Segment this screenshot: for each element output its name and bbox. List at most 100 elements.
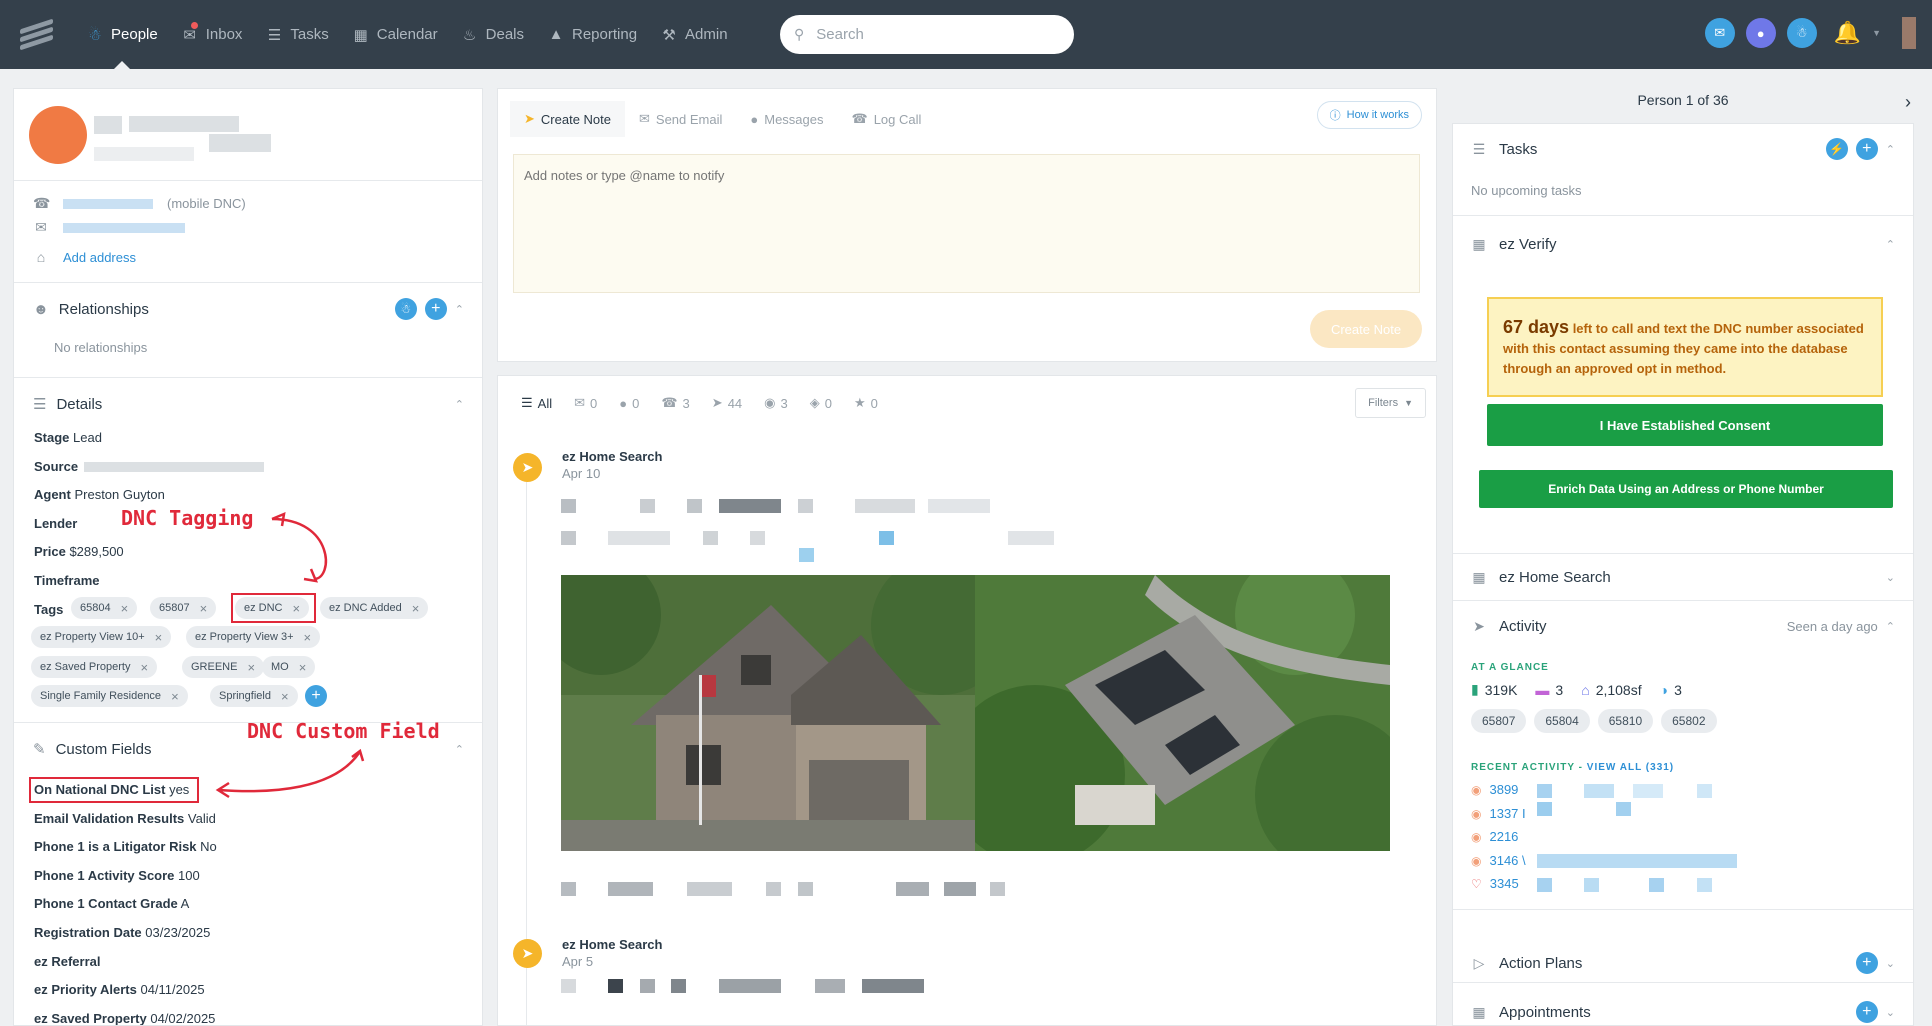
mail-icon: ✉ [574, 395, 586, 410]
nav-tasks[interactable]: ☰ Tasks [254, 0, 340, 69]
tab-messages[interactable]: ● Messages [736, 101, 837, 137]
chevron-up-icon[interactable]: ⌃ [1886, 620, 1895, 633]
app-logo-icon[interactable] [20, 18, 53, 51]
redacted-text [1537, 878, 1552, 892]
filters-dropdown[interactable]: Filters ▼ [1355, 388, 1426, 418]
redacted-text [703, 531, 718, 545]
person-icon: ☃ [88, 26, 102, 44]
tasks-icon: ☰ [267, 26, 282, 44]
how-it-works-button[interactable]: ⓘ How it works [1316, 101, 1422, 129]
eye-icon: ◉ [1471, 853, 1482, 868]
established-consent-button[interactable]: I Have Established Consent [1487, 404, 1883, 446]
stat-beds: ▬ 3 [1535, 681, 1563, 698]
tab-create-note[interactable]: ➤ Create Note [510, 101, 625, 137]
chevron-up-icon[interactable]: ⌃ [1886, 143, 1895, 156]
nav-inbox[interactable]: ✉ Inbox [170, 0, 255, 69]
redacted-text [1537, 802, 1552, 816]
chevron-up-icon[interactable]: ⌃ [1886, 238, 1895, 251]
nav-calendar[interactable]: ▦ Calendar [341, 0, 450, 69]
chat-icon: ● [750, 111, 759, 127]
stat-baths: ◑ 3 [1660, 681, 1682, 698]
annotation-arrows [215, 511, 365, 799]
filter-texts[interactable]: ◉ 3 [753, 395, 799, 411]
redacted-text [608, 882, 653, 896]
feed-entry-title[interactable]: ez Home Search [562, 937, 662, 952]
action-plans-header: ▷ Action Plans + ⌄ [1471, 952, 1895, 974]
zip-chip[interactable]: 65802 [1661, 709, 1717, 733]
add-appointment-button[interactable]: + [1855, 1001, 1878, 1023]
redacted-text [1537, 784, 1552, 798]
filter-messages[interactable]: ● 0 [608, 396, 650, 411]
divider [1453, 553, 1913, 554]
chevron-down-icon[interactable]: ⌄ [1886, 571, 1895, 584]
list-icon: ☰ [521, 395, 533, 410]
zip-chip[interactable]: 65807 [1471, 709, 1527, 733]
pin-icon: ➤ [524, 111, 535, 126]
add-action-plan-button[interactable]: + [1855, 952, 1878, 974]
chevron-right-icon[interactable]: › [1905, 92, 1911, 113]
enrich-data-button[interactable]: Enrich Data Using an Address or Phone Nu… [1479, 470, 1893, 508]
chat-icon[interactable]: ● [1745, 18, 1776, 48]
redacted-text [1633, 784, 1663, 798]
redacted-text [640, 499, 655, 513]
filter-notes[interactable]: ➤ 44 [701, 395, 753, 411]
tab-send-email[interactable]: ✉ Send Email [625, 101, 736, 137]
view-all-link[interactable]: VIEW ALL (331) [1587, 762, 1674, 773]
chevron-down-icon[interactable]: ⌄ [1886, 1006, 1895, 1019]
lightning-icon[interactable]: ⚡ [1825, 138, 1848, 160]
add-task-button[interactable]: + [1855, 138, 1878, 160]
chat-icon: ● [619, 395, 628, 411]
redacted-text [608, 979, 623, 993]
redacted-text [561, 531, 576, 545]
eye-icon: ◉ [1471, 782, 1482, 797]
email-icon[interactable]: ✉ [1704, 18, 1735, 48]
redacted-text [928, 499, 990, 513]
nav-reporting[interactable]: ▲ Reporting [536, 0, 649, 69]
search-input[interactable] [816, 26, 1037, 43]
right-sidebar: ☰ Tasks ⚡ + ⌃ No upcoming tasks ▦ ez Ver… [1452, 123, 1914, 1026]
recent-activity-item[interactable]: ◉ 1337 I [1471, 806, 1526, 821]
appointments-header: ▦ Appointments + ⌄ [1471, 1001, 1895, 1023]
no-tasks-text: No upcoming tasks [1471, 183, 1582, 198]
recent-activity-item[interactable]: ◉ 3146 \ [1471, 853, 1526, 868]
stat-sqft: ⌂ 2,108sf [1581, 681, 1641, 698]
eye-icon: ◉ [1471, 806, 1482, 821]
nav-deals[interactable]: ♨ Deals [450, 0, 536, 69]
create-note-button[interactable]: Create Note [1310, 310, 1422, 348]
listing-photo-aerial[interactable] [975, 575, 1390, 851]
nav-admin[interactable]: ⚒ Admin [649, 0, 740, 69]
lead-flow-icon[interactable]: ☃ [1786, 18, 1817, 48]
nav-people[interactable]: ☃ People [75, 0, 170, 69]
stat-value: 3 [1555, 681, 1564, 698]
bubbles-icon: ◉ [764, 395, 776, 410]
feed-entry-title[interactable]: ez Home Search [562, 449, 662, 464]
recent-activity-item[interactable]: ◉ 2216 [1471, 829, 1518, 844]
filter-calls[interactable]: ☎ 3 [650, 395, 700, 411]
ez-home-search-header[interactable]: ▦ ez Home Search ⌄ [1471, 569, 1895, 586]
drop-icon: ◈ [809, 395, 820, 410]
redacted-text [879, 531, 894, 545]
arrow-to-field [218, 752, 361, 793]
recent-activity-item[interactable]: ◉ 3899 [1471, 782, 1518, 797]
divider [1453, 909, 1913, 910]
listing-photo-front[interactable] [561, 575, 975, 851]
chevron-down-icon[interactable]: ⌄ [1886, 957, 1895, 970]
note-textarea[interactable] [513, 154, 1420, 293]
recent-activity-item[interactable]: ♡ 3345 [1471, 876, 1519, 891]
avatar[interactable] [1902, 17, 1916, 49]
recent-label: RECENT ACTIVITY - [1471, 762, 1587, 773]
global-search[interactable]: ⚲ [780, 15, 1074, 54]
tab-log-call[interactable]: ☎ Log Call [838, 101, 936, 137]
zip-chip[interactable]: 65804 [1534, 709, 1590, 733]
zip-chip[interactable]: 65810 [1597, 709, 1654, 733]
redacted-text [561, 882, 576, 896]
filter-all[interactable]: ☰ All [510, 395, 563, 411]
person-pagination: Person 1 of 36 [1637, 92, 1729, 108]
filter-drips[interactable]: ◈ 0 [799, 395, 843, 411]
chevron-down-icon[interactable]: ▼ [1872, 28, 1881, 38]
filter-starred[interactable]: ★ 0 [843, 395, 889, 411]
section-title: ez Verify [1499, 236, 1557, 253]
filter-email[interactable]: ✉ 0 [563, 395, 608, 411]
pin-icon: ➤ [711, 395, 723, 410]
bell-icon[interactable]: 🔔 [1834, 20, 1861, 46]
